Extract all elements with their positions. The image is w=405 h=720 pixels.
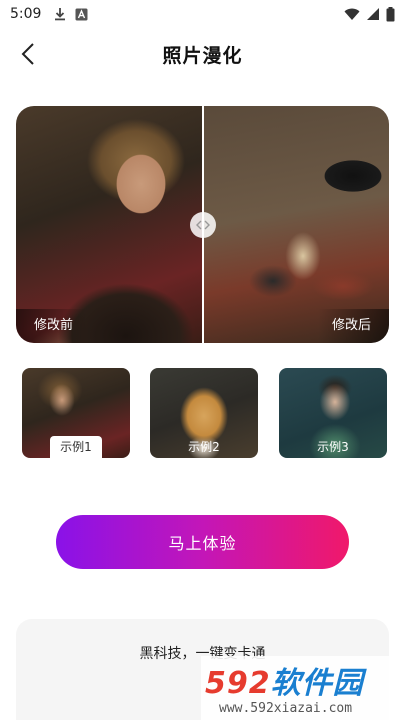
chevron-left-icon (21, 43, 34, 65)
back-button[interactable] (14, 40, 42, 68)
notification-icons (53, 7, 88, 21)
example-thumbnail-1[interactable]: 示例1 (22, 368, 130, 458)
after-image (203, 106, 389, 343)
compare-slider-handle[interactable] (190, 212, 216, 238)
before-image (16, 106, 202, 343)
before-label: 修改前 (16, 309, 88, 343)
battery-icon (386, 6, 395, 22)
status-bar: 5:09 (0, 0, 405, 28)
page-title: 照片漫化 (162, 44, 243, 67)
font-a-icon (75, 8, 88, 21)
app-bar: 照片漫化 (0, 34, 405, 74)
before-after-compare[interactable]: 修改前 修改后 (16, 106, 389, 343)
site-watermark: 592软件园 www.592xiazai.com (201, 656, 405, 720)
try-now-button[interactable]: 马上体验 (56, 515, 349, 569)
signal-icon (366, 7, 380, 21)
status-time: 5:09 (10, 6, 42, 22)
example-thumbnail-2[interactable]: 示例2 (150, 368, 258, 458)
system-icons (344, 6, 395, 22)
watermark-logo: 592软件园 (205, 666, 364, 701)
example-caption: 示例2 (188, 440, 220, 454)
example-thumbnail-3[interactable]: 示例3 (279, 368, 387, 458)
example-caption: 示例3 (317, 440, 349, 454)
example-list: 示例1 示例2 示例3 (22, 368, 387, 458)
wifi-icon (344, 7, 360, 21)
after-label: 修改后 (317, 309, 389, 343)
watermark-url: www.592xiazai.com (219, 701, 353, 716)
example-caption: 示例1 (50, 436, 102, 458)
left-right-arrows-icon (196, 220, 210, 230)
download-icon (53, 7, 67, 21)
